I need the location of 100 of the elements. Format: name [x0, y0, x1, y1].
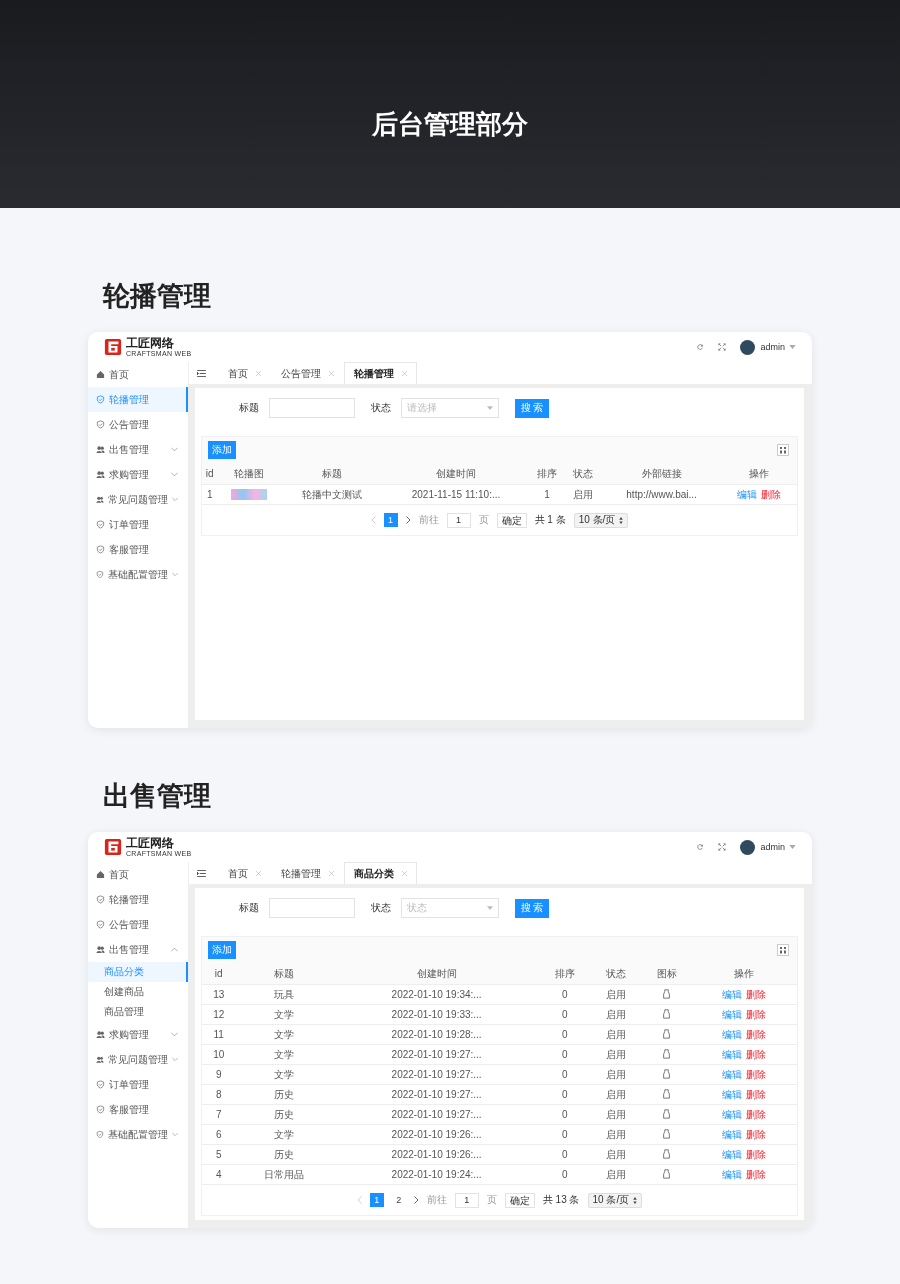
- sidebar-item[interactable]: 常见问题管理: [88, 487, 188, 512]
- tab[interactable]: 商品分类: [344, 862, 417, 884]
- input-field[interactable]: [269, 398, 355, 418]
- table-cell: 0: [562, 1009, 568, 1020]
- sidebar-item[interactable]: 求购管理: [88, 1022, 188, 1047]
- column-header: 轮播图: [217, 463, 281, 485]
- delete-link[interactable]: 删除: [745, 987, 766, 1002]
- tab[interactable]: 首页: [218, 362, 271, 384]
- caret-icon[interactable]: [789, 845, 796, 849]
- table-cell: 0: [562, 1049, 568, 1060]
- delete-link[interactable]: 删除: [745, 1007, 766, 1022]
- prev-page-icon[interactable]: [370, 516, 376, 524]
- table-cell: 1: [544, 489, 550, 500]
- avatar[interactable]: [740, 839, 756, 855]
- fullscreen-icon[interactable]: [718, 843, 727, 851]
- input-field[interactable]: [269, 898, 355, 918]
- next-page-icon[interactable]: [413, 1196, 419, 1204]
- sidebar-item[interactable]: 求购管理: [88, 462, 188, 487]
- close-icon[interactable]: [329, 371, 334, 376]
- columns-icon[interactable]: [777, 944, 789, 956]
- column-header: 操作: [690, 963, 797, 985]
- sidebar-item[interactable]: 公告管理: [88, 412, 188, 437]
- sidebar-subitem[interactable]: 创建商品: [88, 982, 188, 1002]
- sidebar-item[interactable]: 订单管理: [88, 1072, 188, 1097]
- table-cell: 启用: [605, 1068, 626, 1080]
- confirm-button[interactable]: 确定: [504, 1192, 535, 1208]
- sidebar-subitem[interactable]: 商品管理: [88, 1002, 188, 1022]
- menu-icon[interactable]: [197, 869, 206, 877]
- page-number[interactable]: 2: [391, 1193, 406, 1207]
- sidebar-item[interactable]: 订单管理: [88, 512, 188, 537]
- close-icon[interactable]: [402, 371, 407, 376]
- close-icon[interactable]: [256, 371, 261, 376]
- sidebar-item[interactable]: 常见问题管理: [88, 1047, 188, 1072]
- delete-link[interactable]: 删除: [745, 1087, 766, 1102]
- refresh-icon[interactable]: [696, 843, 705, 851]
- filter-label: 状态: [371, 401, 391, 415]
- table-cell: 启用: [605, 1008, 626, 1020]
- up-down-arrows-icon: [619, 516, 624, 524]
- table-cell: 10: [213, 1049, 225, 1060]
- table-cell: 2022-01-10 19:34:...: [391, 989, 482, 1000]
- delete-link[interactable]: 删除: [745, 1147, 766, 1162]
- sidebar-item[interactable]: 基础配置管理: [88, 562, 188, 587]
- fullscreen-icon[interactable]: [718, 343, 727, 351]
- sidebar-item[interactable]: 首页: [88, 862, 188, 887]
- tab[interactable]: 公告管理: [271, 362, 344, 384]
- close-icon[interactable]: [402, 871, 407, 876]
- sidebar-item[interactable]: 轮播管理: [88, 887, 188, 912]
- table-cell: 0: [562, 1109, 568, 1120]
- confirm-button[interactable]: 确定: [496, 512, 527, 528]
- columns-icon[interactable]: [777, 444, 789, 456]
- table-cell: 文学: [274, 1048, 295, 1060]
- prev-page-icon[interactable]: [356, 1196, 362, 1204]
- table-cell: 2022-01-10 19:33:...: [391, 1009, 482, 1020]
- sidebar-item[interactable]: 出售管理: [88, 437, 188, 462]
- table-cell: 0: [562, 1069, 568, 1080]
- sidebar-item[interactable]: 客服管理: [88, 1097, 188, 1122]
- close-icon[interactable]: [329, 871, 334, 876]
- delete-link[interactable]: 删除: [745, 1067, 766, 1082]
- menu-icon[interactable]: [197, 369, 206, 377]
- column-header: 创建时间: [382, 463, 530, 485]
- shield-check-icon: [96, 1105, 105, 1114]
- close-icon[interactable]: [256, 871, 261, 876]
- page-size-select[interactable]: 10 条/页: [573, 512, 629, 528]
- column-header: 外部链接: [602, 463, 721, 485]
- next-page-icon[interactable]: [405, 516, 411, 524]
- table-cell: 文学: [274, 1068, 295, 1080]
- refresh-icon[interactable]: [696, 343, 705, 351]
- delete-link[interactable]: 删除: [745, 1127, 766, 1142]
- table-cell: 4: [215, 1169, 222, 1180]
- page-unit: 页: [486, 1193, 497, 1207]
- page-size-select[interactable]: 10 条/页: [587, 1192, 643, 1208]
- table-cell: 启用: [605, 1128, 626, 1140]
- column-header: 状态: [589, 963, 643, 985]
- user-name[interactable]: admin: [760, 342, 785, 352]
- delete-link[interactable]: 删除: [745, 1167, 766, 1182]
- delete-link[interactable]: 删除: [745, 1027, 766, 1042]
- section-heading: 轮播管理: [103, 280, 212, 313]
- delete-link[interactable]: 删除: [745, 1107, 766, 1122]
- avatar[interactable]: [740, 339, 756, 355]
- sidebar-item[interactable]: 公告管理: [88, 912, 188, 937]
- tab[interactable]: 轮播管理: [271, 862, 344, 884]
- filter-label: 状态: [371, 901, 391, 915]
- table-cell: 启用: [605, 1028, 626, 1040]
- users-icon: [96, 1055, 104, 1064]
- table-cell: 启用: [605, 1168, 626, 1180]
- table-cell: 文学: [274, 1008, 295, 1020]
- page-input[interactable]: 1: [454, 1192, 479, 1208]
- sidebar-item[interactable]: 出售管理: [88, 937, 188, 962]
- delete-link[interactable]: 删除: [745, 1047, 766, 1062]
- sidebar-item[interactable]: 首页: [88, 362, 188, 387]
- column-header: 创建时间: [332, 963, 541, 985]
- page-input[interactable]: 1: [446, 512, 471, 528]
- user-name[interactable]: admin: [760, 842, 785, 852]
- tab[interactable]: 轮播管理: [344, 362, 417, 384]
- caret-icon[interactable]: [789, 345, 796, 349]
- delete-link[interactable]: 删除: [760, 487, 781, 502]
- sidebar-item[interactable]: 基础配置管理: [88, 1122, 188, 1147]
- shield-check-icon: [96, 895, 105, 904]
- tab[interactable]: 首页: [218, 862, 271, 884]
- sidebar-item[interactable]: 客服管理: [88, 537, 188, 562]
